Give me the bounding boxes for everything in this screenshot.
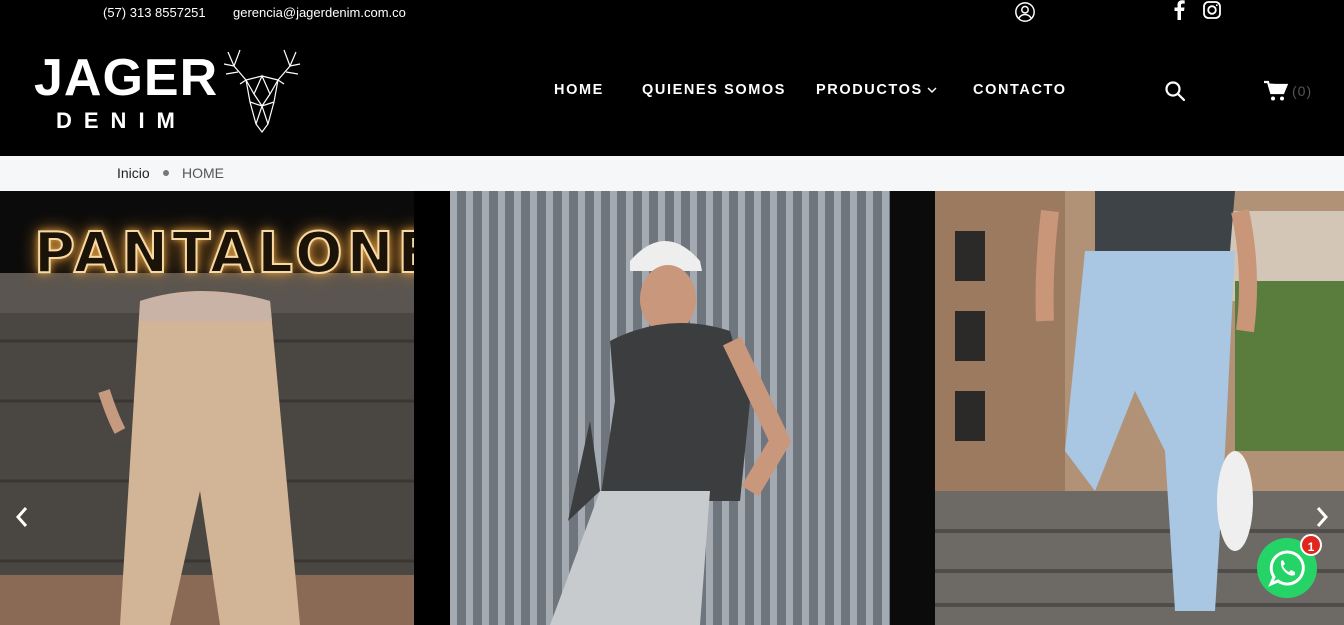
site-header: JAGER DENIM HOME QUIENES SOMOS PRODUCTOS… [0,28,1344,156]
cart-icon[interactable] [1264,80,1288,102]
hero-image-model [450,191,935,625]
chevron-down-icon [927,87,937,94]
user-icon[interactable] [1014,1,1036,23]
nav-productos-label: PRODUCTOS [816,82,923,98]
neon-title: PANTALONES [33,220,414,287]
cart-count[interactable]: (0) [1292,83,1312,99]
hero-image-khaki-pants: PANTALONES [0,191,414,625]
brand-logo[interactable]: JAGER DENIM [34,46,306,138]
whatsapp-badge: 1 [1300,534,1322,556]
phone-number[interactable]: (57) 313 8557251 [103,5,206,20]
top-bar: (57) 313 8557251 gerencia@jagerdenim.com… [0,0,1344,28]
nav-productos[interactable]: PRODUCTOS [816,82,937,102]
breadcrumb: Inicio HOME [0,156,1344,191]
instagram-icon[interactable] [1202,0,1222,20]
facebook-icon[interactable] [1171,0,1187,20]
whatsapp-icon [1268,550,1305,587]
search-icon[interactable] [1164,80,1186,102]
stag-icon [223,49,301,133]
email-link[interactable]: gerencia@jagerdenim.com.co [233,5,406,20]
nav-quienes-somos[interactable]: QUIENES SOMOS [642,82,786,102]
slider-next-icon[interactable] [1313,506,1331,528]
nav-contacto[interactable]: CONTACTO [973,82,1067,102]
slider-prev-icon[interactable] [13,506,31,528]
breadcrumb-separator [163,170,169,176]
breadcrumb-inicio[interactable]: Inicio [117,165,150,181]
logo-title: JAGER [34,49,219,107]
breadcrumb-current: HOME [182,165,224,181]
logo-subtitle: DENIM [56,108,187,133]
nav-home[interactable]: HOME [554,82,604,102]
model-photo [450,191,935,625]
hero-slider[interactable]: PANTALONES [0,191,1344,625]
